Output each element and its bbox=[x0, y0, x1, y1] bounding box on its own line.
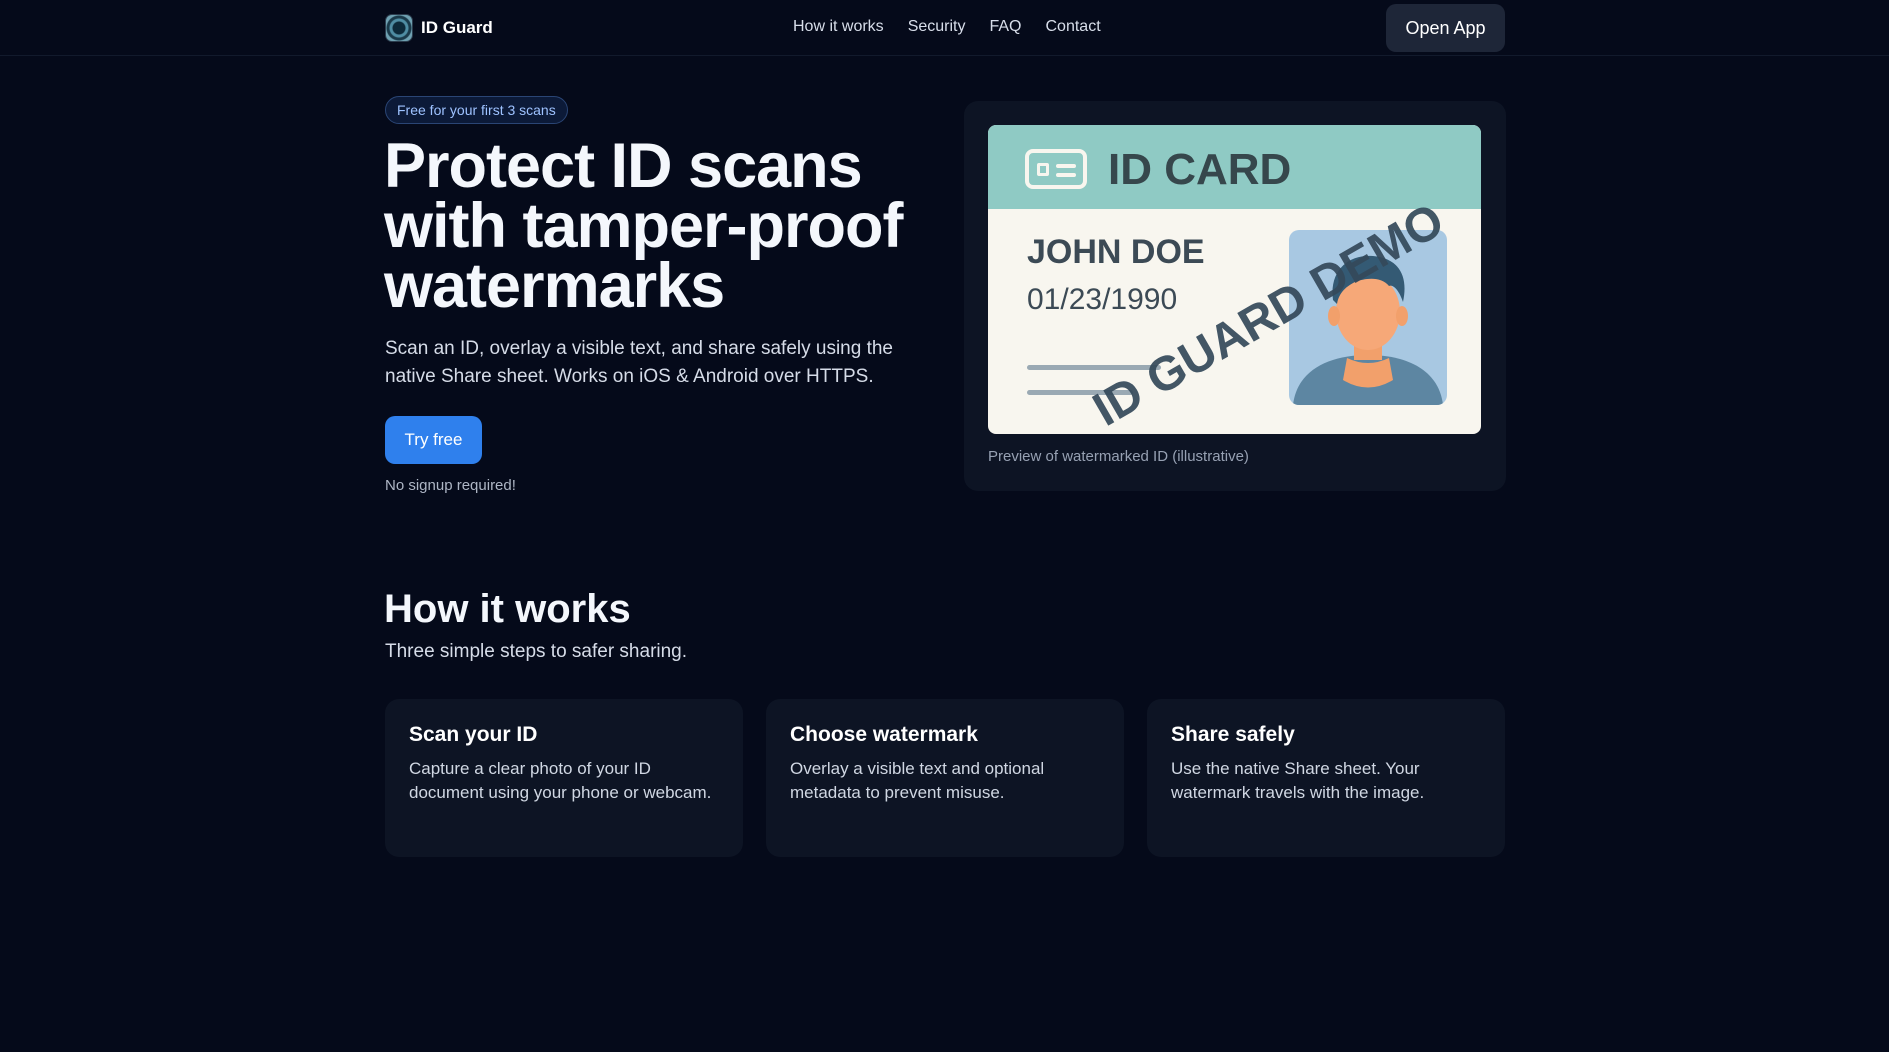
step-description: Overlay a visible text and optional meta… bbox=[790, 759, 1045, 802]
camera-lens-icon bbox=[385, 14, 413, 42]
step-description: Use the native Share sheet. Your waterma… bbox=[1171, 759, 1425, 802]
nav-link-how-it-works[interactable]: How it works bbox=[793, 18, 884, 36]
how-it-works-subtitle: Three simple steps to safer sharing. bbox=[385, 641, 688, 662]
step-card-share: Share safely Use the native Share sheet.… bbox=[1147, 699, 1505, 857]
step-title: Share safely bbox=[1171, 723, 1295, 746]
top-nav: ID Guard How it works Security FAQ Conta… bbox=[0, 0, 1889, 56]
open-app-button[interactable]: Open App bbox=[1386, 4, 1505, 52]
id-card-header: ID CARD bbox=[988, 125, 1481, 209]
step-title: Choose watermark bbox=[790, 723, 978, 746]
id-card-title: ID CARD bbox=[1108, 145, 1292, 194]
brand[interactable]: ID Guard bbox=[385, 14, 493, 42]
id-preview-panel: ID CARD JOHN DOE 01/23/1990 ID GUARD DEM… bbox=[964, 101, 1506, 491]
step-card-watermark: Choose watermark Overlay a visible text … bbox=[766, 699, 1124, 857]
hero-title-line: with tamper-proof bbox=[384, 191, 903, 261]
nav-link-security[interactable]: Security bbox=[908, 18, 966, 36]
preview-caption: Preview of watermarked ID (illustrative) bbox=[988, 448, 1249, 465]
id-card-icon bbox=[1025, 149, 1087, 189]
hero-title: Protect ID scans with tamper-proof water… bbox=[384, 131, 944, 321]
nav-link-faq[interactable]: FAQ bbox=[989, 18, 1021, 36]
step-card-scan: Scan your ID Capture a clear photo of yo… bbox=[385, 699, 743, 857]
id-card-dob: 01/23/1990 bbox=[1027, 283, 1178, 316]
id-card-preview: ID CARD JOHN DOE 01/23/1990 ID GUARD DEM… bbox=[988, 125, 1481, 434]
step-title: Scan your ID bbox=[409, 723, 538, 746]
brand-name: ID Guard bbox=[421, 18, 493, 37]
id-card-name: JOHN DOE bbox=[1027, 233, 1205, 271]
no-signup-note: No signup required! bbox=[385, 477, 516, 494]
hero-title-line: watermarks bbox=[384, 251, 725, 321]
hero-title-line: Protect ID scans bbox=[384, 131, 863, 201]
nav-link-contact[interactable]: Contact bbox=[1046, 18, 1101, 36]
nav-links: How it works Security FAQ Contact bbox=[793, 18, 1101, 36]
free-scans-badge: Free for your first 3 scans bbox=[385, 96, 568, 124]
hero-subtitle: Scan an ID, overlay a visible text, and … bbox=[385, 338, 893, 387]
try-free-button[interactable]: Try free bbox=[385, 416, 482, 464]
step-description: Capture a clear photo of your ID documen… bbox=[409, 759, 712, 802]
how-it-works-title: How it works bbox=[384, 587, 631, 631]
